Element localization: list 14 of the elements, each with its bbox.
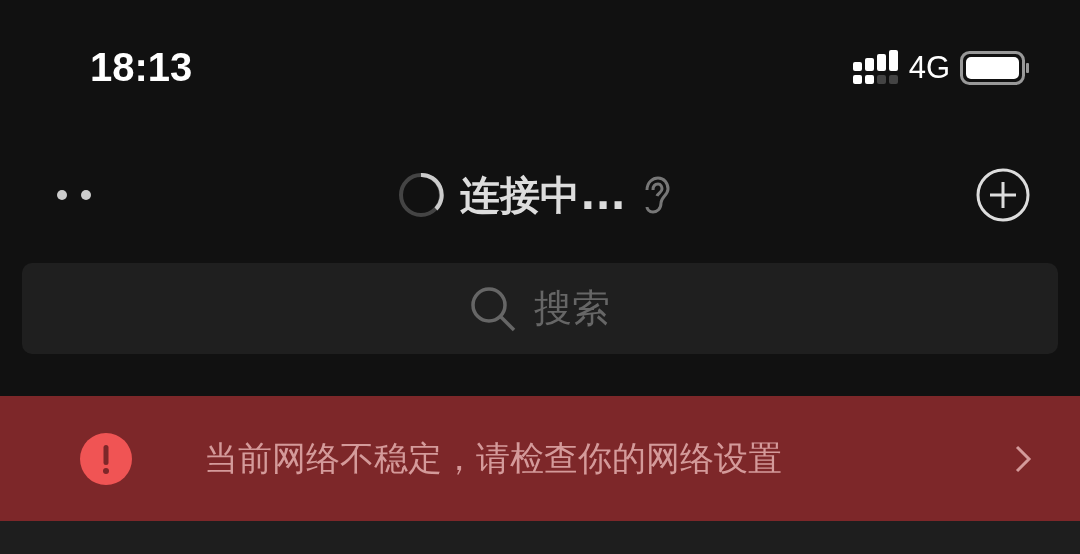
search-field[interactable]: 搜索 — [22, 263, 1058, 354]
nav-title: 连接中... — [460, 170, 626, 220]
network-type: 4G — [908, 49, 950, 86]
signal-icon — [852, 49, 899, 86]
search-icon — [470, 285, 516, 332]
alert-icon — [80, 432, 132, 485]
status-time: 18:13 — [90, 45, 193, 90]
network-warning-banner[interactable]: 当前网络不稳定，请检查你的网络设置 — [0, 396, 1080, 521]
spinner-icon — [398, 172, 445, 218]
battery-icon — [960, 50, 1030, 85]
add-icon[interactable] — [976, 168, 1030, 222]
chevron-right-icon — [1014, 443, 1032, 474]
more-icon[interactable] — [56, 189, 92, 201]
warning-message: 当前网络不稳定，请检查你的网络设置 — [204, 436, 783, 480]
